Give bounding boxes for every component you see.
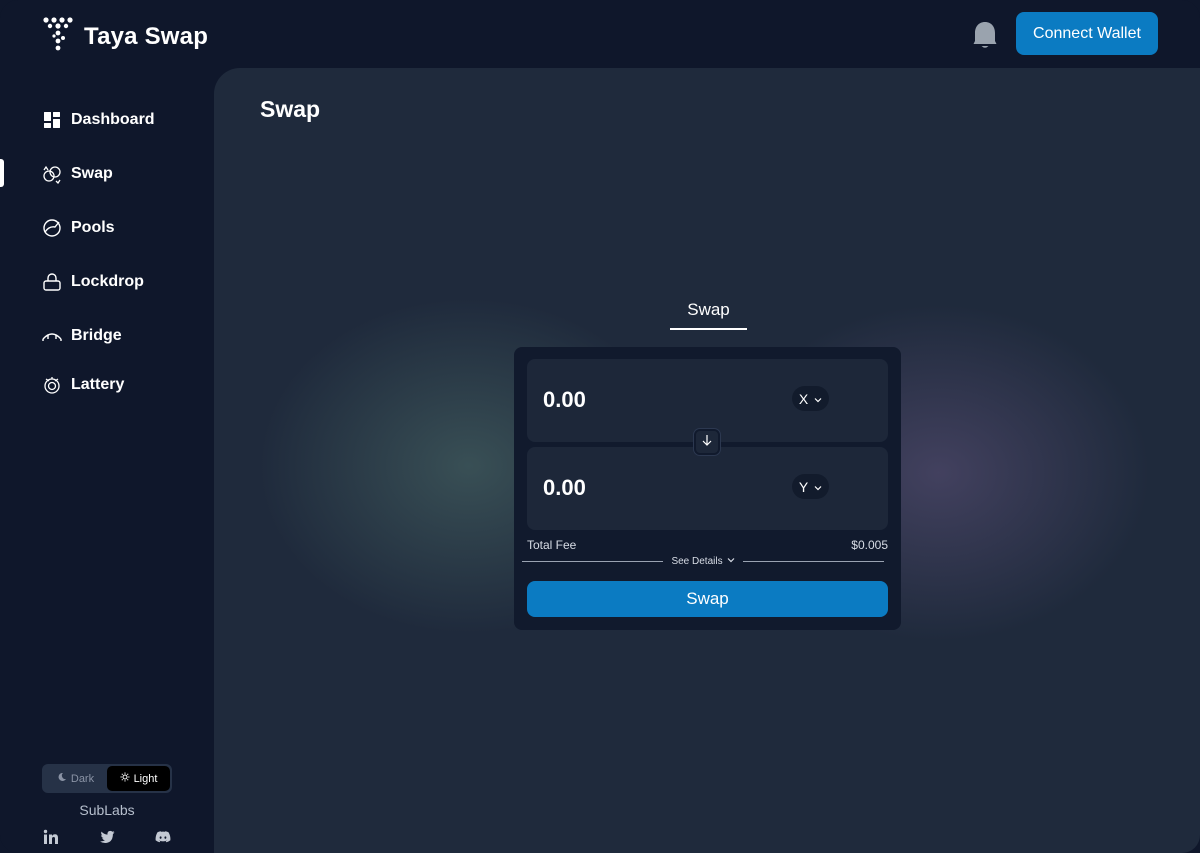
sidebar-item-lattery[interactable]: Lattery: [42, 373, 124, 397]
dashboard-icon: [42, 110, 62, 130]
see-details-toggle[interactable]: See Details: [663, 556, 742, 567]
page-title: Swap: [260, 96, 321, 122]
pools-icon: [42, 218, 62, 238]
swap-icon: [42, 164, 62, 184]
app-name: Taya Swap: [84, 22, 209, 50]
from-token-label: X: [798, 390, 809, 407]
theme-dark-option[interactable]: Dark: [44, 766, 107, 791]
to-token-label: Y: [798, 478, 809, 495]
swap-card: 0.00 X 0.00 Y Total Fee $0.005 See Detai…: [514, 347, 901, 630]
moon-icon: [57, 772, 71, 785]
theme-toggle: Dark Light: [42, 764, 172, 793]
from-token-select[interactable]: X: [792, 386, 829, 411]
theme-dark-label: Dark: [70, 772, 95, 785]
sidebar-item-pools[interactable]: Pools: [42, 216, 115, 240]
chevron-down-icon: [723, 556, 735, 567]
divider: [742, 560, 885, 562]
see-details-row: See Details: [522, 554, 885, 568]
sidebar-item-label: Swap: [71, 165, 113, 182]
taya-logo-icon: [42, 16, 76, 57]
lock-icon: [42, 272, 62, 292]
sidebar-item-label: Lockdrop: [71, 273, 144, 290]
bell-icon[interactable]: [972, 20, 998, 50]
sidebar: Dashboard Swap Pools Lockdrop Bridge Lat…: [0, 68, 214, 853]
chevron-down-icon: [808, 391, 822, 407]
sidebar-item-bridge[interactable]: Bridge: [42, 324, 122, 348]
to-token-select[interactable]: Y: [792, 474, 829, 499]
see-details-label: See Details: [671, 555, 723, 567]
top-header: Taya Swap Connect Wallet: [0, 0, 1200, 68]
total-fee-label: Total Fee: [527, 538, 577, 552]
lottery-icon: [42, 375, 62, 395]
divider: [522, 560, 664, 562]
discord-icon[interactable]: [154, 828, 172, 846]
total-fee-value: $0.005: [851, 538, 888, 552]
bridge-icon: [42, 326, 62, 346]
linkedin-icon[interactable]: [42, 828, 60, 846]
theme-light-option[interactable]: Light: [107, 766, 170, 791]
swap-button[interactable]: Swap: [527, 581, 888, 617]
theme-light-label: Light: [133, 772, 158, 785]
chevron-down-icon: [808, 479, 822, 495]
connect-wallet-button[interactable]: Connect Wallet: [1016, 12, 1158, 55]
active-indicator: [0, 159, 4, 187]
main-content: Swap Swap 0.00 X 0.00 Y Total Fee $0.005…: [214, 68, 1200, 853]
logo[interactable]: Taya Swap: [42, 16, 208, 57]
sidebar-item-lockdrop[interactable]: Lockdrop: [42, 270, 144, 294]
sidebar-item-swap[interactable]: Swap: [42, 162, 113, 186]
arrow-down-icon: [701, 433, 713, 451]
sidebar-item-label: Lattery: [71, 376, 125, 393]
sidebar-item-label: Pools: [71, 219, 115, 236]
to-token-box: 0.00 Y: [527, 447, 888, 530]
sidebar-item-label: Bridge: [71, 327, 122, 344]
sidebar-item-label: Dashboard: [71, 111, 155, 128]
tab-swap[interactable]: Swap: [670, 300, 747, 330]
company-name: SubLabs: [79, 802, 135, 818]
flip-direction-button[interactable]: [694, 429, 720, 455]
app-window: Taya Swap Connect Wallet Dashboard Swap …: [0, 0, 1200, 853]
to-amount-input[interactable]: 0.00: [543, 475, 586, 501]
social-links: [42, 828, 172, 846]
sun-icon: [120, 772, 134, 785]
twitter-icon[interactable]: [98, 828, 116, 846]
sidebar-item-dashboard[interactable]: Dashboard: [42, 108, 155, 132]
from-amount-input[interactable]: 0.00: [543, 387, 586, 413]
